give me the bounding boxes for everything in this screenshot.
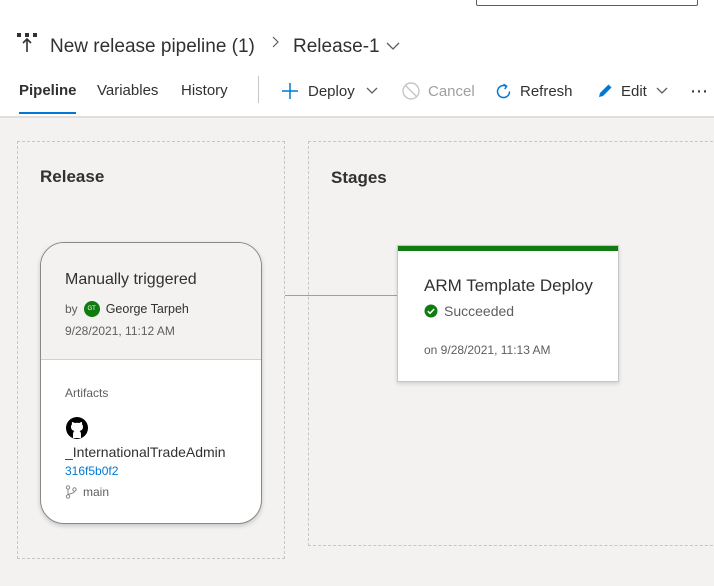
release-pipeline-icon bbox=[17, 33, 37, 52]
cancel-button[interactable]: Cancel bbox=[401, 78, 475, 104]
triggered-by: by GT George Tarpeh bbox=[65, 300, 189, 318]
edit-button[interactable]: Edit bbox=[596, 78, 669, 104]
cancel-icon bbox=[402, 82, 420, 100]
release-card[interactable]: Manually triggered by GT George Tarpeh 9… bbox=[40, 242, 262, 524]
artifact-branch: main bbox=[65, 485, 109, 499]
refresh-label: Refresh bbox=[520, 82, 573, 100]
chevron-down-icon[interactable] bbox=[385, 40, 401, 52]
avatar: GT bbox=[83, 301, 100, 317]
tab-pipeline[interactable]: Pipeline bbox=[19, 82, 77, 99]
active-tab-indicator bbox=[19, 112, 76, 114]
deploy-button[interactable]: Deploy bbox=[280, 78, 379, 104]
plus-icon bbox=[282, 83, 298, 99]
stages-zone-title: Stages bbox=[331, 168, 387, 187]
branch-name: main bbox=[83, 485, 110, 499]
user-name: George Tarpeh bbox=[105, 302, 189, 316]
stage-status: Succeeded bbox=[444, 303, 515, 319]
check-circle-icon bbox=[424, 304, 438, 318]
artifact-commit-link[interactable]: 316f5b0f2 bbox=[65, 464, 118, 478]
refresh-button[interactable]: Refresh bbox=[494, 78, 573, 104]
pipeline-canvas: Release Stages Manually triggered by GT … bbox=[0, 118, 714, 586]
search-box[interactable] bbox=[476, 0, 698, 6]
pencil-icon bbox=[599, 84, 612, 97]
release-trigger-section: Manually triggered by GT George Tarpeh 9… bbox=[41, 243, 261, 360]
toolbar-divider bbox=[258, 76, 259, 103]
breadcrumb: New release pipeline (1) Release-1 bbox=[0, 28, 714, 64]
chevron-down-icon bbox=[366, 87, 378, 94]
stage-name: ARM Template Deployment bbox=[424, 276, 594, 295]
release-name[interactable]: Release-1 bbox=[293, 36, 380, 58]
stage-status-bar bbox=[398, 246, 618, 251]
stage-status-row: Succeeded bbox=[424, 303, 514, 319]
artifact-name[interactable]: _InternationalTradeAdmin bbox=[65, 444, 235, 460]
refresh-icon bbox=[496, 83, 511, 98]
release-stage-connector bbox=[285, 295, 398, 296]
edit-label: Edit bbox=[621, 82, 647, 100]
github-icon bbox=[66, 417, 88, 439]
cancel-label: Cancel bbox=[428, 82, 475, 100]
by-label: by bbox=[65, 302, 78, 316]
release-page: New release pipeline (1) Release-1 Pipel… bbox=[0, 0, 714, 586]
tab-toolbar: Pipeline Variables History Deploy Cancel bbox=[0, 70, 714, 116]
chevron-right-icon bbox=[272, 36, 279, 48]
release-zone-title: Release bbox=[40, 167, 105, 186]
branch-icon bbox=[65, 485, 77, 499]
more-actions-button[interactable]: ⋯ bbox=[690, 78, 709, 104]
chevron-down-icon bbox=[656, 87, 668, 94]
tab-variables[interactable]: Variables bbox=[97, 82, 158, 99]
pipeline-name-link[interactable]: New release pipeline (1) bbox=[50, 36, 255, 58]
trigger-time: 9/28/2021, 11:12 AM bbox=[65, 324, 175, 338]
artifacts-label: Artifacts bbox=[65, 386, 109, 400]
trigger-title: Manually triggered bbox=[65, 271, 197, 288]
stage-card[interactable]: ARM Template Deployment Succeeded on 9/2… bbox=[397, 245, 619, 382]
tab-history[interactable]: History bbox=[181, 82, 228, 99]
deploy-label: Deploy bbox=[308, 82, 355, 100]
stage-time: on 9/28/2021, 11:13 AM bbox=[424, 343, 551, 357]
